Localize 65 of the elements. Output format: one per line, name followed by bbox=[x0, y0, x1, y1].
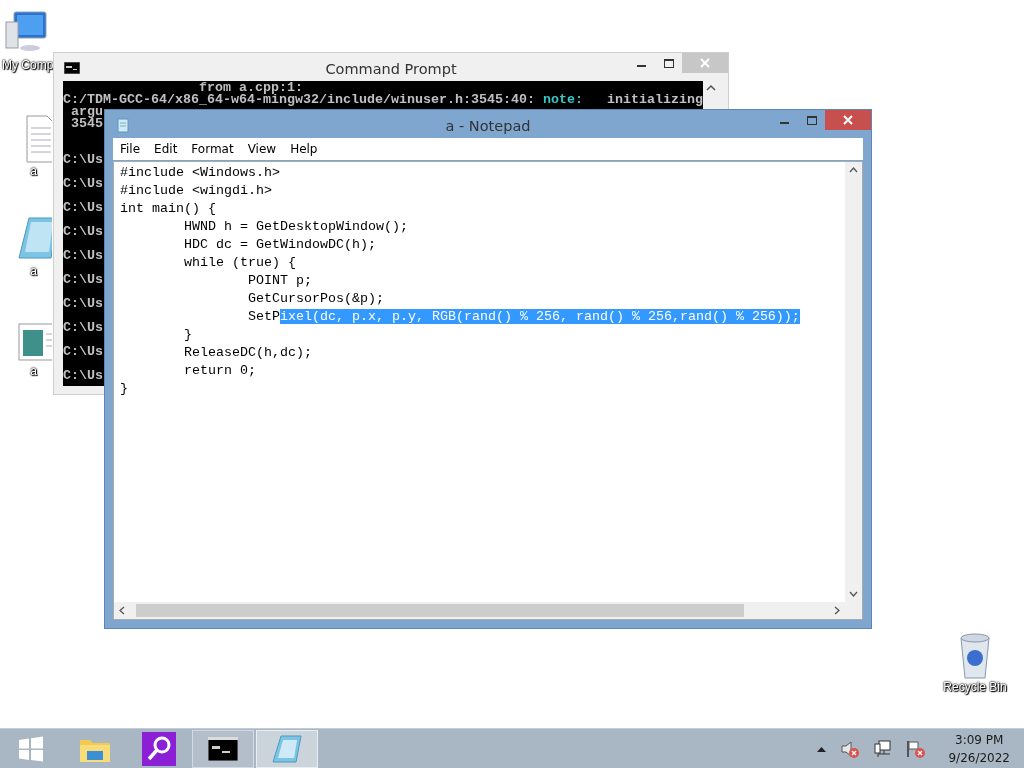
clock[interactable]: 3:09 PM 9/26/2022 bbox=[948, 730, 1010, 767]
code-text: } bbox=[183, 327, 192, 342]
console-text: C:\Us bbox=[63, 224, 103, 239]
console-text: C:\Us bbox=[63, 176, 103, 191]
notepad-icon bbox=[271, 733, 303, 764]
scrollbar-thumb[interactable] bbox=[136, 604, 744, 617]
menu-item[interactable]: Edit bbox=[147, 140, 185, 158]
console-text: from a.cpp:1: bbox=[198, 81, 303, 95]
taskbar-button[interactable] bbox=[192, 729, 254, 768]
window-title: a - Notepad bbox=[445, 118, 531, 134]
code-text: HDC dc = GetWindowDC(h); bbox=[183, 237, 376, 252]
console-text: C:\Us bbox=[63, 368, 103, 383]
code-text: SetP bbox=[247, 309, 280, 324]
scroll-down-icon bbox=[849, 591, 858, 597]
console-text: C:\Us bbox=[63, 272, 103, 287]
scroll-left-icon bbox=[119, 606, 125, 615]
menu-item[interactable]: View bbox=[240, 140, 284, 158]
code-text: POINT p; bbox=[247, 273, 312, 288]
code-text: HWND h = GetDesktopWindow(); bbox=[183, 219, 408, 234]
chevron-up-icon bbox=[817, 745, 827, 752]
maximize-icon bbox=[806, 115, 817, 125]
menu-item[interactable]: Help bbox=[283, 140, 325, 158]
code-text: GetCursorPos(&p); bbox=[247, 291, 384, 306]
menu-item[interactable]: File bbox=[113, 140, 148, 158]
console-text: C:\Us bbox=[63, 344, 103, 359]
windows-logo-icon bbox=[18, 735, 44, 762]
console-text: C:\Us bbox=[63, 320, 103, 335]
console-icon bbox=[64, 62, 80, 74]
console-text: C:\Us bbox=[63, 248, 103, 263]
close-icon bbox=[700, 58, 710, 68]
icon-label: Recycle Bin bbox=[943, 680, 1007, 694]
console-text: C:\Us bbox=[63, 152, 103, 167]
network-icon bbox=[874, 739, 893, 758]
speaker-muted-icon bbox=[840, 739, 861, 758]
minimize-icon bbox=[780, 122, 789, 124]
code-text: ReleaseDC(h,dc); bbox=[183, 345, 312, 360]
code-text: } bbox=[120, 381, 128, 396]
icon-label: a bbox=[30, 264, 37, 278]
scroll-up-icon bbox=[849, 167, 858, 173]
image-file-icon[interactable] bbox=[15, 320, 52, 364]
console-text: initializing bbox=[605, 92, 703, 107]
console-text: note: bbox=[542, 92, 583, 107]
close-icon bbox=[843, 115, 853, 125]
maximize-icon bbox=[663, 58, 674, 68]
console-text: C:\Us bbox=[63, 200, 103, 215]
code-text: #include <Windows.h> bbox=[120, 165, 280, 180]
notepad-icon bbox=[116, 117, 130, 133]
code-text: while (true) { bbox=[183, 255, 296, 270]
console-icon bbox=[208, 736, 238, 761]
code-text: int main() { bbox=[120, 201, 216, 216]
clock-date: 9/26/2022 bbox=[948, 749, 1010, 767]
menu-item[interactable]: Format bbox=[184, 140, 241, 158]
console-text: C:\Us bbox=[63, 296, 103, 311]
minimize-icon bbox=[637, 65, 646, 67]
flag-icon bbox=[906, 739, 927, 758]
code-text: #include <wingdi.h> bbox=[120, 183, 272, 198]
clock-time: 3:09 PM bbox=[955, 731, 1004, 749]
console-text: argu bbox=[71, 104, 103, 119]
window-title: Command Prompt bbox=[325, 61, 457, 77]
icon-label: a bbox=[30, 164, 37, 178]
code-text: return 0; bbox=[183, 363, 256, 378]
magnifier-icon bbox=[142, 731, 176, 766]
icon-label: a bbox=[30, 364, 37, 378]
close-button[interactable] bbox=[825, 110, 871, 130]
scroll-right-icon bbox=[834, 606, 840, 615]
